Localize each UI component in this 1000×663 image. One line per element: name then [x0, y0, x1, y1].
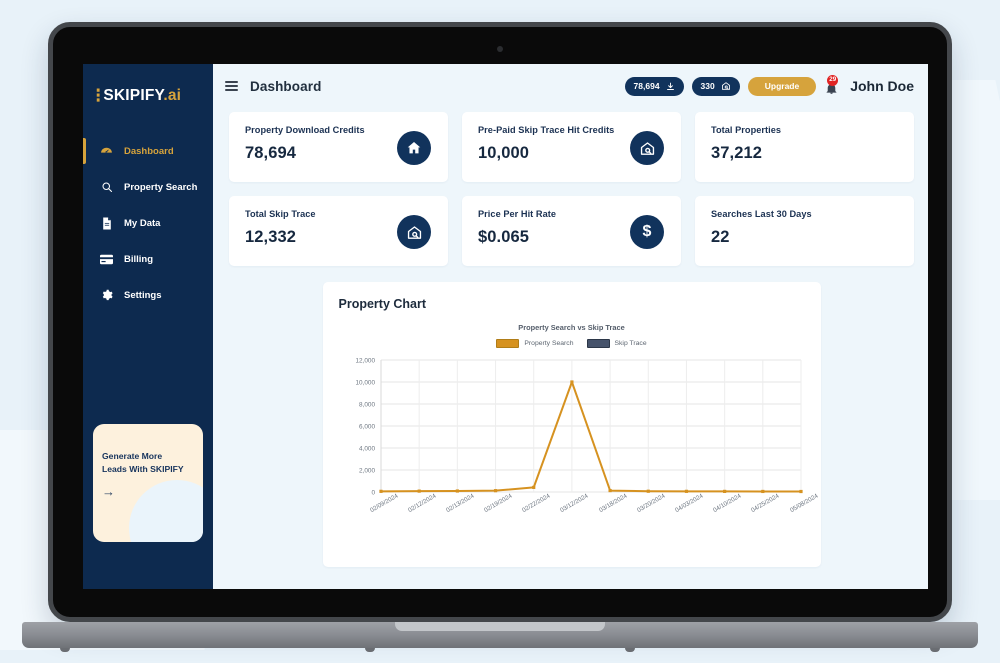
stat-cards-grid: Property Download Credits 78,694 Pre-Pai…	[229, 112, 914, 266]
stat-card-value: 37,212	[711, 144, 763, 162]
download-credits-pill[interactable]: 78,694	[624, 76, 684, 96]
chart-plot-area: 0 2,000 4,000 6,000 8,000 10,000 12,000 02/09/…	[339, 354, 819, 514]
svg-text:12,000: 12,000	[355, 357, 375, 364]
laptop-camera	[497, 46, 503, 52]
chart-panel-heading: Property Chart	[338, 297, 427, 311]
legend-swatch	[586, 339, 610, 348]
house-search-icon	[721, 81, 731, 91]
sidebar-item-billing[interactable]: Billing	[83, 244, 213, 274]
laptop-foot-mid-right	[625, 648, 635, 652]
house-search-icon	[630, 131, 664, 165]
sidebar-item-label: Billing	[124, 253, 154, 265]
main-area: Dashboard 78,694 330 Upgrade 29 John Doe…	[213, 64, 928, 589]
sidebar-item-label: My Data	[124, 217, 161, 229]
promo-card[interactable]: Generate More Leads With SKIPIFY →	[93, 424, 203, 542]
chart-legend: Property Search Skip Trace	[339, 339, 805, 348]
page-title: Dashboard	[250, 78, 322, 94]
house-icon	[397, 131, 431, 165]
sidebar-item-settings[interactable]: Settings	[83, 280, 213, 310]
notifications-button[interactable]: 29	[824, 74, 839, 96]
properties-pill-value: 330	[700, 81, 715, 91]
laptop-foot-left	[60, 648, 70, 652]
brand-name-text: SKIPIFY	[103, 87, 164, 104]
chart-x-axis-labels: 02/09/2024 02/12/2024 02/13/2024 02/19/2024…	[339, 493, 819, 548]
topbar-actions: 78,694 330 Upgrade 29 John Doe	[624, 74, 914, 96]
app-window: ⁝ SKIPIFY.ai Dashboard Property Search M…	[83, 64, 928, 589]
sidebar-item-my-data[interactable]: My Data	[83, 208, 213, 238]
svg-text:0: 0	[371, 489, 375, 496]
sidebar-item-dashboard[interactable]: Dashboard	[83, 136, 213, 166]
laptop-screen-frame: ⁝ SKIPIFY.ai Dashboard Property Search M…	[48, 22, 952, 622]
brand-name: SKIPIFY.ai	[103, 87, 181, 105]
legend-swatch	[496, 339, 520, 348]
svg-text:10,000: 10,000	[355, 379, 375, 386]
property-chart-panel: Property Chart Property Search vs Skip T…	[322, 282, 821, 567]
sidebar-item-label: Property Search	[124, 181, 198, 193]
brand-logo[interactable]: ⁝ SKIPIFY.ai	[83, 64, 213, 106]
laptop-base-notch	[395, 622, 605, 631]
sidebar-item-label: Settings	[124, 289, 162, 301]
stat-card-value: 22	[711, 228, 730, 246]
stat-card-price-per-hit-rate: Price Per Hit Rate $0.065 $	[462, 196, 681, 266]
svg-text:6,000: 6,000	[359, 423, 375, 430]
speedometer-icon	[100, 145, 113, 158]
search-icon	[100, 181, 113, 194]
properties-pill[interactable]: 330	[691, 76, 740, 96]
svg-text:8,000: 8,000	[359, 401, 375, 408]
download-credits-value: 78,694	[633, 81, 660, 91]
content-area: Property Download Credits 78,694 Pre-Pai…	[213, 108, 928, 589]
house-search-icon	[397, 215, 431, 249]
legend-label: Skip Trace	[614, 340, 647, 347]
dollar-icon: $	[630, 215, 664, 249]
credit-card-icon	[100, 253, 113, 266]
stat-card-prepaid-skip-trace-hit-credits: Pre-Paid Skip Trace Hit Credits 10,000	[462, 112, 681, 182]
promo-text: Generate More Leads With SKIPIFY	[93, 424, 203, 477]
brand-suffix-text: .ai	[163, 87, 182, 104]
skipify-logo-icon: ⁝	[95, 85, 102, 107]
stat-card-total-properties: Total Properties 37,212	[695, 112, 914, 182]
upgrade-button[interactable]: Upgrade	[747, 76, 817, 96]
download-icon	[666, 82, 675, 91]
stat-card-label: Total Properties	[711, 125, 782, 135]
laptop-foot-mid-left	[365, 648, 375, 652]
arrow-right-icon[interactable]: →	[102, 485, 203, 498]
stat-card-searches-last-30-days: Searches Last 30 Days 22	[695, 196, 914, 266]
legend-item-skip-trace[interactable]: Skip Trace	[586, 339, 647, 348]
sidebar: ⁝ SKIPIFY.ai Dashboard Property Search M…	[83, 64, 213, 589]
document-icon	[100, 217, 113, 230]
sidebar-item-property-search[interactable]: Property Search	[83, 172, 213, 202]
stat-card-label: Searches Last 30 Days	[711, 209, 812, 219]
line-chart-svg: 0 2,000 4,000 6,000 8,000 10,000 12,000	[355, 357, 803, 496]
dollar-glyph: $	[642, 223, 652, 240]
stat-card-property-download-credits: Property Download Credits 78,694	[229, 112, 448, 182]
promo-line-1: Generate More	[102, 451, 163, 461]
legend-label: Property Search	[524, 340, 574, 347]
notification-count-badge: 29	[827, 74, 839, 86]
laptop-foot-right	[930, 648, 940, 652]
stat-card-total-skip-trace: Total Skip Trace 12,332	[229, 196, 448, 266]
user-name[interactable]: John Doe	[850, 78, 914, 94]
chart-title: Property Search vs Skip Trace	[518, 323, 625, 332]
hamburger-icon[interactable]	[225, 78, 238, 93]
sidebar-nav: Dashboard Property Search My Data Billin…	[83, 136, 213, 316]
svg-text:4,000: 4,000	[359, 445, 375, 452]
topbar: Dashboard 78,694 330 Upgrade 29 John Doe	[213, 64, 928, 108]
gear-icon	[100, 289, 113, 302]
promo-line-2: Leads With SKIPIFY	[102, 464, 184, 475]
sidebar-item-label: Dashboard	[124, 145, 174, 157]
svg-text:2,000: 2,000	[359, 467, 375, 474]
legend-item-property-search[interactable]: Property Search	[496, 339, 574, 348]
